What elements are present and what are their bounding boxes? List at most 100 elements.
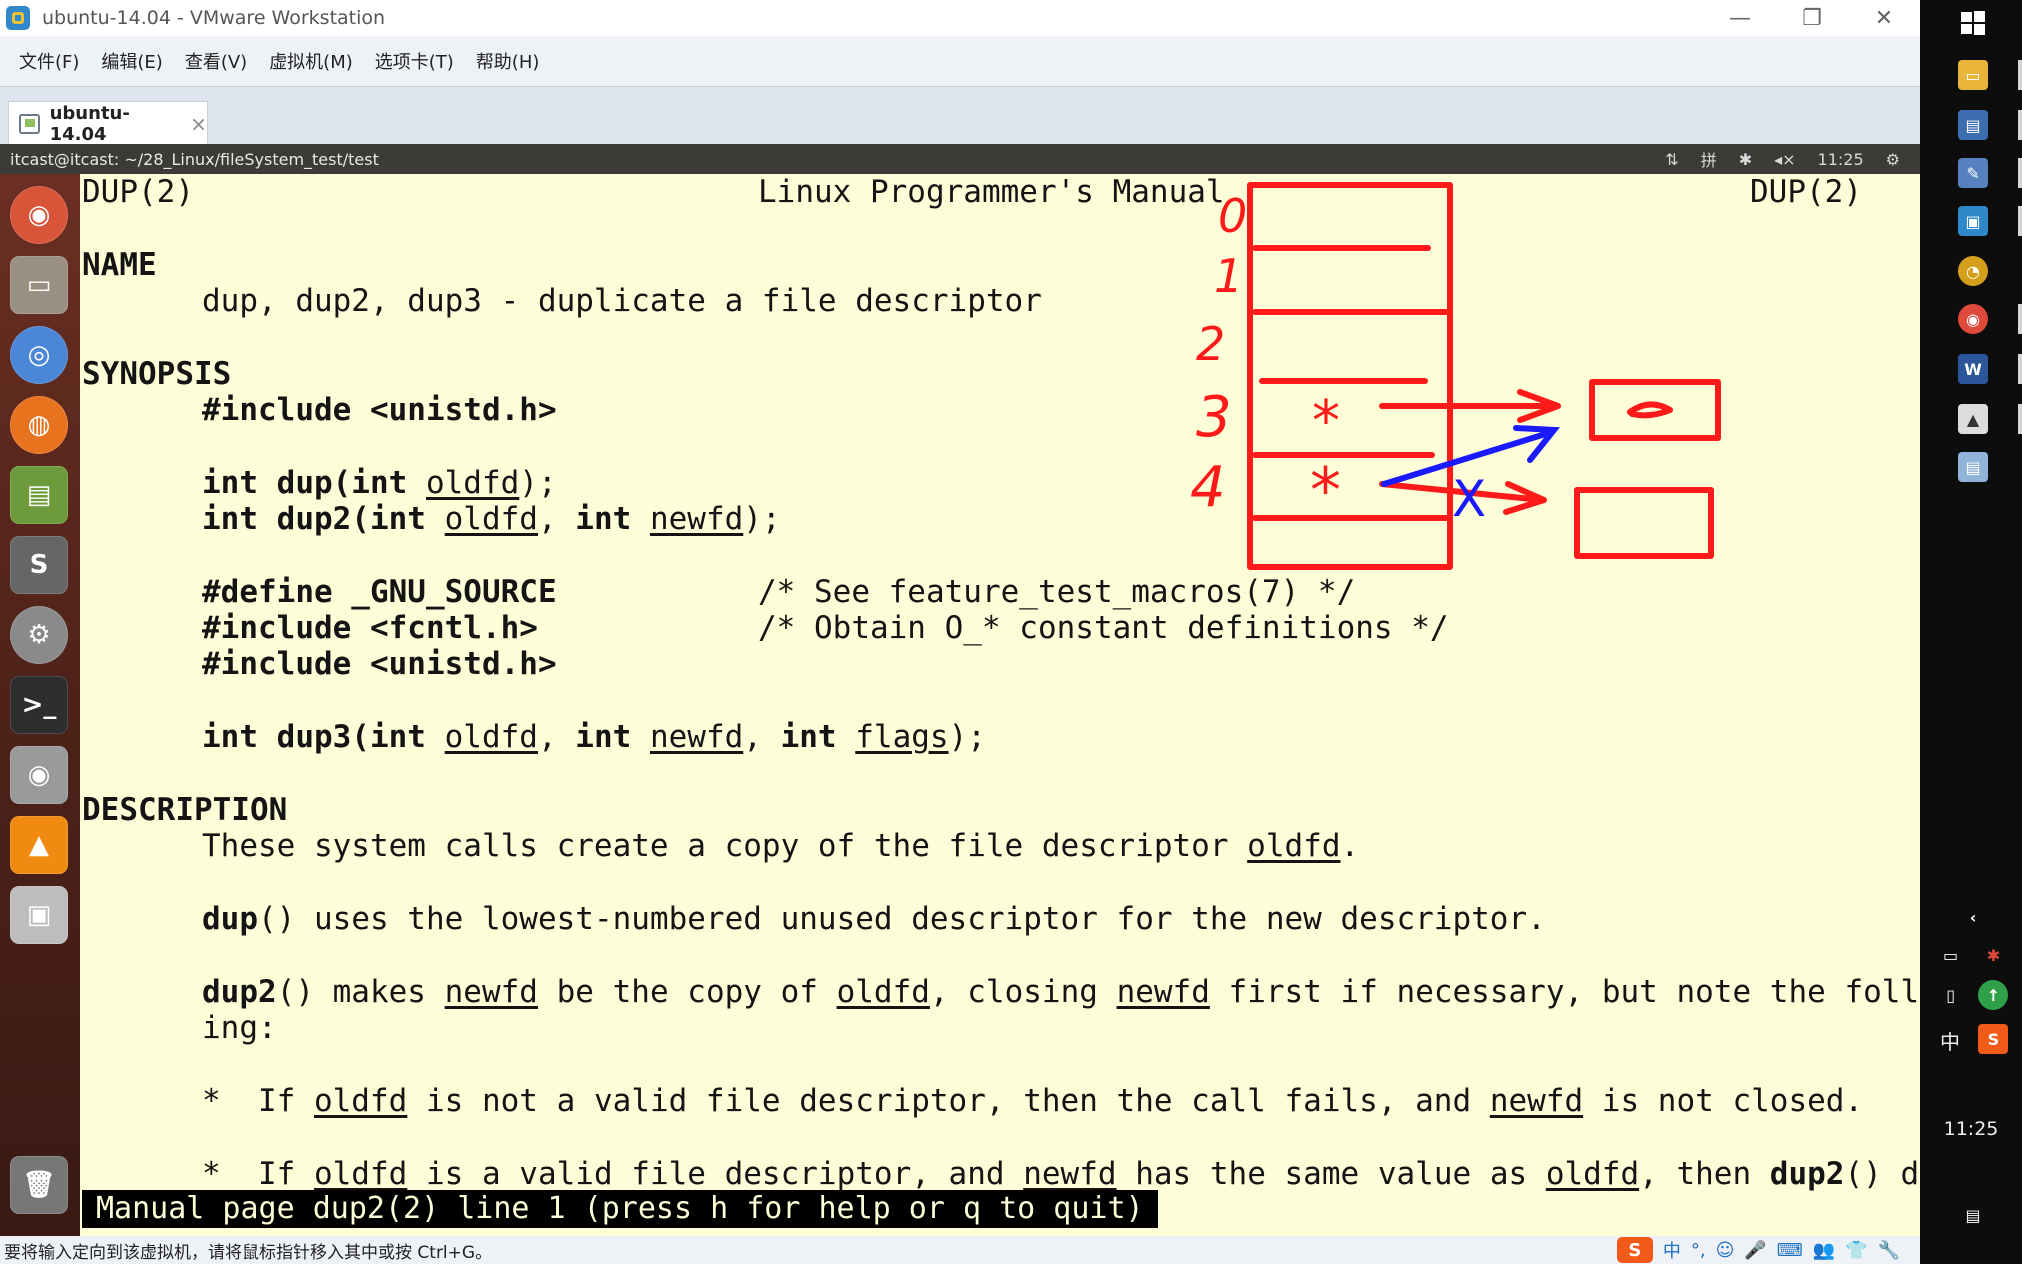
remote-desktop-icon[interactable]: ▤ xyxy=(1958,110,1989,140)
name-description: dup, dup2, dup3 - duplicate a file descr… xyxy=(202,283,1042,319)
terminal-title: itcast@itcast: ~/28_Linux/fileSystem_tes… xyxy=(10,149,379,169)
description-line-3-cont: ing: xyxy=(202,1010,277,1046)
terminal-icon[interactable]: >_ xyxy=(10,676,68,734)
running-indicator xyxy=(2018,206,2022,236)
menu-view[interactable]: 查看(V) xyxy=(174,48,258,74)
photos-icon[interactable]: ▲ xyxy=(1958,404,1989,434)
running-indicator xyxy=(2018,304,2022,334)
menu-bar: 文件(F) 编辑(E) 查看(V) 虚拟机(M) 选项卡(T) 帮助(H) xyxy=(0,36,1920,86)
network-icon[interactable]: ⇅ xyxy=(1665,150,1678,169)
firefox-icon[interactable]: ◍ xyxy=(10,396,68,454)
ubuntu-launcher: ◉ ▭ ◎ ◍ ▤ S ⚙ >_ ◉ ▲ ▣ 🗑 xyxy=(0,174,80,1236)
wrench-icon[interactable]: 🔧 xyxy=(1878,1240,1900,1261)
ubuntu-logo-icon[interactable]: ◉ xyxy=(10,186,68,244)
bullet-line-2: * If oldfd is a valid file descriptor, a… xyxy=(202,1156,1920,1192)
disk-icon[interactable]: ◉ xyxy=(10,746,68,804)
ime-indicator[interactable]: 中 xyxy=(1940,1026,1960,1055)
volume-icon[interactable]: ◂× xyxy=(1774,150,1795,169)
synopsis-heading: SYNOPSIS xyxy=(82,356,232,392)
description-line-2: dup() uses the lowest-numbered unused de… xyxy=(202,901,1546,937)
skin-icon[interactable]: 👕 xyxy=(1845,1240,1867,1261)
sogou-tray-icon[interactable]: S xyxy=(1978,1024,2009,1054)
description-line-1: These system calls create a copy of the … xyxy=(202,828,1360,864)
menu-tabs[interactable]: 选项卡(T) xyxy=(364,48,465,74)
bluetooth-icon[interactable]: ✱ xyxy=(1739,150,1752,169)
window-title: ubuntu-14.04 - VMware Workstation xyxy=(42,7,386,29)
running-indicator xyxy=(2018,110,2022,140)
media-player-icon[interactable]: ◔ xyxy=(1958,256,1989,286)
vmware-taskbar-icon[interactable]: ▣ xyxy=(1958,206,1989,236)
action-center-icon[interactable]: ▤ xyxy=(1958,1200,1988,1230)
trash-icon[interactable]: 🗑 xyxy=(10,1156,68,1214)
keyboard-icon[interactable]: ⌨ xyxy=(1777,1240,1803,1261)
microphone-icon[interactable]: 🎤 xyxy=(1744,1240,1766,1261)
menu-help[interactable]: 帮助(H) xyxy=(465,48,551,74)
sublime-icon[interactable]: S xyxy=(10,536,68,594)
dup-signature: int dup(int oldfd); xyxy=(202,465,557,501)
menu-edit[interactable]: 编辑(E) xyxy=(90,48,173,74)
tab-close-icon[interactable]: × xyxy=(190,112,207,136)
word-icon[interactable]: W xyxy=(1958,354,1989,384)
files-icon[interactable]: ▭ xyxy=(10,256,68,314)
name-heading: NAME xyxy=(82,247,157,283)
guest-screen[interactable]: itcast@itcast: ~/28_Linux/fileSystem_tes… xyxy=(0,144,1920,1236)
include-fcntl-comment: /* Obtain O_* constant definitions */ xyxy=(758,610,1449,646)
header-center: Linux Programmer's Manual xyxy=(758,174,1225,210)
users-icon[interactable]: 👥 xyxy=(1813,1240,1835,1261)
book-icon[interactable]: ▤ xyxy=(10,466,68,524)
terminal-man-page[interactable]: DUP(2) Linux Programmer's Manual DUP(2) … xyxy=(80,174,1920,1236)
chrome-icon[interactable]: ◎ xyxy=(10,326,68,384)
battery-icon[interactable]: ▭ xyxy=(1936,940,1966,970)
vlc-icon[interactable]: ▲ xyxy=(10,816,68,874)
running-indicator xyxy=(2018,404,2022,434)
sogou-gear-icon[interactable]: ✱ xyxy=(1978,940,2008,970)
vm-status-bar: 要将输入定向到该虚拟机，请将鼠标指针移入其中或按 Ctrl+G。 S 中 °, … xyxy=(0,1236,1920,1264)
restore-button[interactable]: ❐ xyxy=(1776,0,1848,36)
update-icon[interactable]: ↑ xyxy=(1978,980,2009,1010)
running-indicator xyxy=(2018,158,2022,188)
minimize-button[interactable]: — xyxy=(1704,0,1776,36)
taskbar-clock[interactable]: 11:25 xyxy=(1920,1118,2022,1140)
header-left: DUP(2) xyxy=(82,174,194,210)
paint-icon[interactable]: ✎ xyxy=(1958,158,1989,188)
close-button[interactable]: ✕ xyxy=(1848,0,1920,36)
file-explorer-icon[interactable]: ▭ xyxy=(1958,60,1989,90)
tab-label: ubuntu-14.04 xyxy=(49,102,130,145)
define-gnu-source: #define _GNU_SOURCE xyxy=(202,574,557,610)
windows-taskbar: ▭ ▤ ✎ ▣ ◔ ◉ W ▲ ▤ ‹ ▭ ✱ ▯ ↑ 中 S 11:25 ▤ xyxy=(1920,0,2022,1264)
tab-strip: ubuntu-14.04 × xyxy=(0,86,1920,145)
title-bar: ubuntu-14.04 - VMware Workstation — ❐ ✕ xyxy=(0,0,1920,36)
windows-start-icon[interactable] xyxy=(1958,8,1988,38)
include-unistd: #include <unistd.h> xyxy=(202,392,557,428)
description-line-3: dup2() makes newfd be the copy of oldfd,… xyxy=(202,974,1920,1010)
emoji-icon[interactable]: ☺ xyxy=(1716,1240,1735,1261)
description-heading: DESCRIPTION xyxy=(82,792,288,828)
system-gear-icon[interactable]: ⚙ xyxy=(1886,150,1900,169)
dup3-signature: int dup3(int oldfd, int newfd, int flags… xyxy=(202,719,986,755)
tab-ubuntu[interactable]: ubuntu-14.04 × xyxy=(8,101,208,145)
man-header: DUP(2) xyxy=(82,174,194,210)
punctuation-icon[interactable]: °, xyxy=(1691,1240,1706,1261)
display-icon[interactable]: ▯ xyxy=(1936,980,1966,1010)
menu-vm[interactable]: 虚拟机(M) xyxy=(258,48,364,74)
dup2-signature: int dup2(int oldfd, int newfd); xyxy=(202,501,781,537)
menu-file[interactable]: 文件(F) xyxy=(8,48,90,74)
ubuntu-top-panel: itcast@itcast: ~/28_Linux/fileSystem_tes… xyxy=(0,144,1920,174)
bullet-line-1: * If oldfd is not a valid file descripto… xyxy=(202,1083,1864,1119)
guest-clock[interactable]: 11:25 xyxy=(1818,150,1864,169)
settings-icon[interactable]: ⚙ xyxy=(10,606,68,664)
notes-icon[interactable]: ▤ xyxy=(1958,452,1989,482)
vmware-window: ubuntu-14.04 - VMware Workstation — ❐ ✕ … xyxy=(0,0,1920,1264)
vmware-app-icon xyxy=(6,6,30,30)
show-hidden-icons-chevron[interactable]: ‹ xyxy=(1958,902,1988,932)
save-icon[interactable]: ▣ xyxy=(10,886,68,944)
chrome-taskbar-icon[interactable]: ◉ xyxy=(1958,304,1989,334)
status-message: 要将输入定向到该虚拟机，请将鼠标指针移入其中或按 Ctrl+G。 xyxy=(4,1242,493,1263)
less-status-line: Manual page dup2(2) line 1 (press h for … xyxy=(82,1190,1158,1228)
running-indicator xyxy=(2018,354,2022,384)
input-method-icon[interactable]: 拼 xyxy=(1701,147,1717,171)
sogou-ime-icon[interactable]: S xyxy=(1616,1237,1653,1263)
running-indicator xyxy=(2018,60,2022,90)
ime-chinese-icon[interactable]: 中 xyxy=(1663,1237,1681,1263)
vm-icon xyxy=(19,113,40,134)
